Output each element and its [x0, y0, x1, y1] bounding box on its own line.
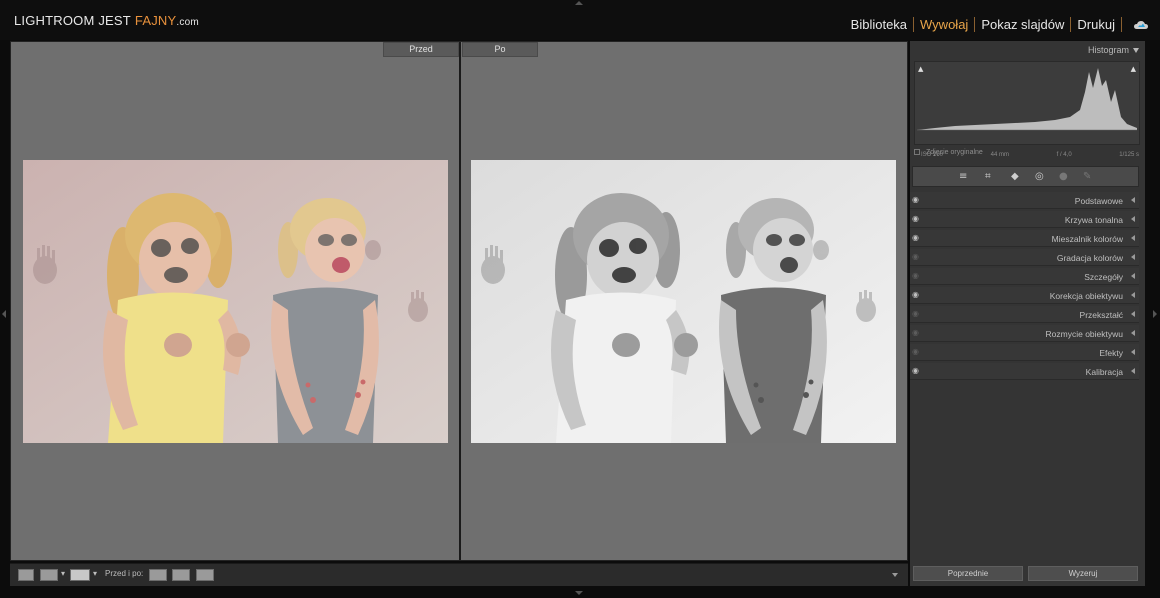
expand-triangle-icon — [1131, 368, 1135, 374]
before-after-divider — [459, 42, 461, 560]
expand-triangle-icon — [1131, 254, 1135, 260]
panel-label: Podstawowe — [1074, 196, 1123, 206]
view-mode-dropdown-icon[interactable]: ▾ — [61, 569, 65, 578]
histogram: ▲ ▲ ISO 200 44 mm f / 4,0 1/125 s — [914, 61, 1140, 158]
after-photo[interactable] — [471, 160, 896, 443]
panel-label: Szczegóły — [1084, 272, 1123, 282]
brand-part3: .com — [176, 17, 199, 28]
swap-before-after-icon[interactable] — [196, 569, 214, 581]
histogram-graph — [917, 68, 1137, 131]
brand-part1: LIGHTROOM JEST — [14, 13, 131, 28]
eye-icon[interactable]: ◉ — [912, 290, 919, 299]
histogram-title: Histogram — [1087, 45, 1129, 55]
reset-button[interactable]: Wyzeruj — [1028, 566, 1138, 581]
panel-label: Przekształć — [1079, 310, 1123, 320]
bottom-panel-toggle-icon[interactable] — [575, 591, 583, 595]
shadow-clipping-icon[interactable]: ▲ — [918, 65, 923, 73]
focal-length-value: 44 mm — [990, 152, 1009, 158]
expand-triangle-icon — [1131, 292, 1135, 298]
eye-icon[interactable]: ◉ — [912, 214, 919, 223]
top-bar: LIGHTROOM JEST FAJNY.com Biblioteka Wywoł… — [0, 0, 1160, 40]
toolbar-options-icon[interactable] — [892, 573, 898, 577]
panel-efekty[interactable]: ◉ Efekty — [910, 344, 1139, 361]
module-biblioteka[interactable]: Biblioteka — [845, 17, 913, 32]
panel-szczegoly[interactable]: ◉ Szczegóły — [910, 268, 1139, 285]
highlight-clipping-icon[interactable]: ▲ — [1131, 65, 1136, 73]
radial-filter-icon[interactable]: ● — [1059, 171, 1068, 183]
original-photo-checkbox[interactable] — [914, 149, 920, 155]
cloud-icon[interactable] — [1134, 20, 1148, 30]
panel-label: Kalibracja — [1085, 367, 1123, 377]
eye-icon[interactable]: ◉ — [912, 366, 919, 375]
module-separator — [1121, 17, 1122, 32]
collapse-triangle-icon — [1133, 48, 1139, 53]
brand-part2: FAJNY — [134, 13, 177, 28]
panel-label: Rozmycie obiektywu — [1045, 329, 1123, 339]
original-photo-label: Zdjęcie oryginalne — [926, 149, 983, 156]
image-view: Przed Po — [10, 41, 908, 561]
panel-korekcja-obiektywu[interactable]: ◉ Korekcja obiektywu — [910, 287, 1139, 304]
panel-podstawowe[interactable]: ◉ Podstawowe — [910, 192, 1139, 209]
panel-label: Mieszalnik kolorów — [1051, 234, 1123, 244]
expand-triangle-icon — [1131, 197, 1135, 203]
sliders-icon[interactable]: ≡ — [959, 171, 967, 183]
eye-icon[interactable]: ◉ — [912, 252, 919, 261]
spot-removal-icon[interactable]: ◆ — [1011, 171, 1019, 183]
before-label: Przed — [383, 42, 459, 57]
right-panel-toggle-icon[interactable] — [1153, 310, 1157, 318]
eye-icon[interactable]: ◉ — [912, 271, 919, 280]
copy-before-to-after-icon[interactable] — [149, 569, 167, 581]
module-wywolaj[interactable]: Wywołaj — [914, 17, 974, 32]
expand-triangle-icon — [1131, 273, 1135, 279]
eye-icon[interactable]: ◉ — [912, 309, 919, 318]
panel-label: Efekty — [1099, 348, 1123, 358]
panel-kalibracja[interactable]: ◉ Kalibracja — [910, 363, 1139, 380]
after-label: Po — [462, 42, 538, 57]
copy-after-to-before-icon[interactable] — [172, 569, 190, 581]
before-after-label: Przed i po: — [105, 569, 144, 578]
expand-triangle-icon — [1131, 311, 1135, 317]
aperture-value: f / 4,0 — [1056, 152, 1072, 158]
red-eye-icon[interactable]: ◎ — [1035, 171, 1044, 183]
left-panel-toggle-icon[interactable] — [2, 310, 6, 318]
module-drukuj[interactable]: Drukuj — [1071, 17, 1121, 32]
panel-mieszalnik-kolorow[interactable]: ◉ Mieszalnik kolorów — [910, 230, 1139, 247]
expand-triangle-icon — [1131, 349, 1135, 355]
shutter-value: 1/125 s — [1119, 152, 1139, 158]
previous-button[interactable]: Poprzednie — [913, 566, 1023, 581]
brush-icon[interactable]: ✎ — [1083, 171, 1091, 183]
expand-triangle-icon — [1131, 330, 1135, 336]
yy-split-view-icon[interactable] — [70, 569, 90, 581]
expand-triangle-icon — [1131, 216, 1135, 222]
expand-triangle-icon — [1131, 235, 1135, 241]
brand-logo: LIGHTROOM JEST FAJNY.com — [14, 13, 199, 28]
panel-przeksztalc[interactable]: ◉ Przekształć — [910, 306, 1139, 323]
tool-strip: ≡ ⌗ ◆ ◎ ● ✎ — [912, 166, 1139, 187]
panel-gradacja-kolorow[interactable]: ◉ Gradacja kolorów — [910, 249, 1139, 266]
before-photo[interactable] — [23, 160, 448, 443]
bottom-toolbar: ▾ ▾ Przed i po: — [10, 563, 908, 586]
module-pokaz-slajdow[interactable]: Pokaz slajdów — [975, 17, 1070, 32]
panel-label: Korekcja obiektywu — [1049, 291, 1123, 301]
before-after-view-icon[interactable] — [40, 569, 58, 581]
module-picker: Biblioteka Wywołaj Pokaz slajdów Drukuj — [845, 17, 1122, 32]
split-mode-dropdown-icon[interactable]: ▾ — [93, 569, 97, 578]
eye-icon[interactable]: ◉ — [912, 233, 919, 242]
panel-label: Krzywa tonalna — [1064, 215, 1123, 225]
panel-krzywa-tonalna[interactable]: ◉ Krzywa tonalna — [910, 211, 1139, 228]
crop-icon[interactable]: ⌗ — [985, 171, 991, 183]
panel-label: Gradacja kolorów — [1056, 253, 1123, 263]
histogram-header[interactable]: Histogram — [910, 41, 1145, 59]
eye-icon[interactable]: ◉ — [912, 195, 919, 204]
panel-rozmycie-obiektywu[interactable]: ◉ Rozmycie obiektywu — [910, 325, 1139, 342]
eye-icon[interactable]: ◉ — [912, 347, 919, 356]
right-panel: Histogram ▲ ▲ ISO 200 44 mm f / 4,0 1/12… — [910, 41, 1145, 586]
eye-icon[interactable]: ◉ — [912, 328, 919, 337]
top-panel-toggle-icon[interactable] — [575, 1, 583, 5]
loupe-view-icon[interactable] — [18, 569, 34, 581]
